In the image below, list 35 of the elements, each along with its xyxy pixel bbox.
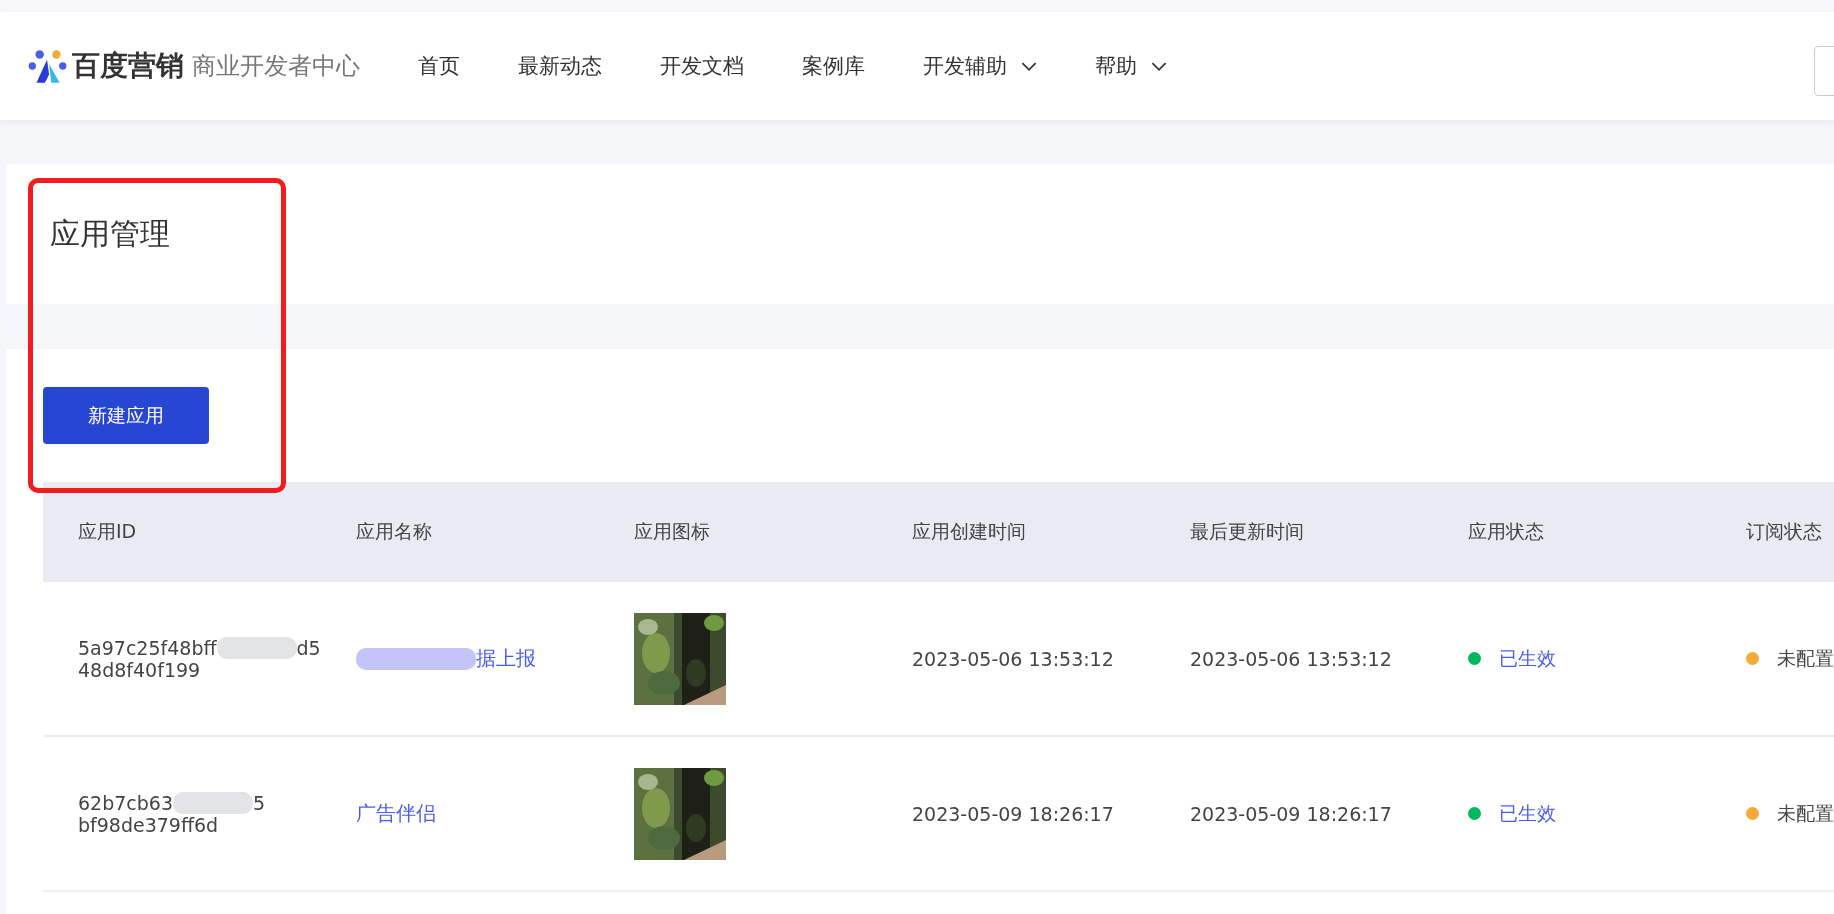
nav-link[interactable]: 首页 — [418, 52, 460, 80]
column-header: 应用ID — [78, 519, 138, 544]
app-id: 48d8f40f199 — [78, 658, 201, 681]
app-id: d5 — [296, 636, 321, 659]
updated-time: 2023-05-09 18:26:17 — [1190, 802, 1392, 825]
nav-link[interactable]: 案例库 — [802, 52, 865, 80]
nav-link[interactable]: 开发辅助 — [923, 52, 1037, 80]
nav-link[interactable]: 开发文档 — [660, 52, 744, 80]
column-header: 最后更新时间 — [1190, 519, 1305, 544]
nav-link[interactable]: 最新动态 — [518, 52, 602, 80]
brand-name: 百度营销 — [72, 48, 184, 84]
created-time: 2023-05-06 13:53:12 — [912, 647, 1114, 670]
status-link[interactable]: 已生效 — [1499, 645, 1556, 672]
app-id: 5a97c25f48bff — [78, 636, 217, 659]
created-time: 2023-05-09 18:26:17 — [912, 802, 1114, 825]
column-header: 应用图标 — [634, 519, 711, 544]
page-title: 应用管理 — [50, 214, 170, 253]
column-header: 应用名称 — [356, 519, 433, 544]
app-id: 62b7cb63 — [78, 791, 173, 814]
chevron-down-icon — [1021, 60, 1037, 72]
app-name-link[interactable]: 广告伴侣 — [356, 800, 436, 827]
column-header: 订阅状态 — [1746, 519, 1823, 544]
app-id: 5 — [253, 791, 266, 814]
site-subtitle: 商业开发者中心 — [192, 51, 360, 82]
subscription-status: 未配置 — [1777, 800, 1834, 826]
status-link[interactable]: 已生效 — [1499, 800, 1556, 827]
column-header: 应用状态 — [1468, 519, 1545, 544]
app-id: bf98de379ff6d — [78, 813, 219, 836]
subscription-status: 未配置 — [1777, 645, 1834, 671]
updated-time: 2023-05-06 13:53:12 — [1190, 647, 1392, 670]
new-app-button[interactable]: 新建应用 — [43, 387, 209, 444]
nav-link[interactable]: 帮助 — [1095, 52, 1167, 80]
column-header: 应用创建时间 — [912, 519, 1027, 544]
chevron-down-icon — [1151, 60, 1167, 72]
app-name-link[interactable]: 据上报 — [476, 645, 536, 672]
